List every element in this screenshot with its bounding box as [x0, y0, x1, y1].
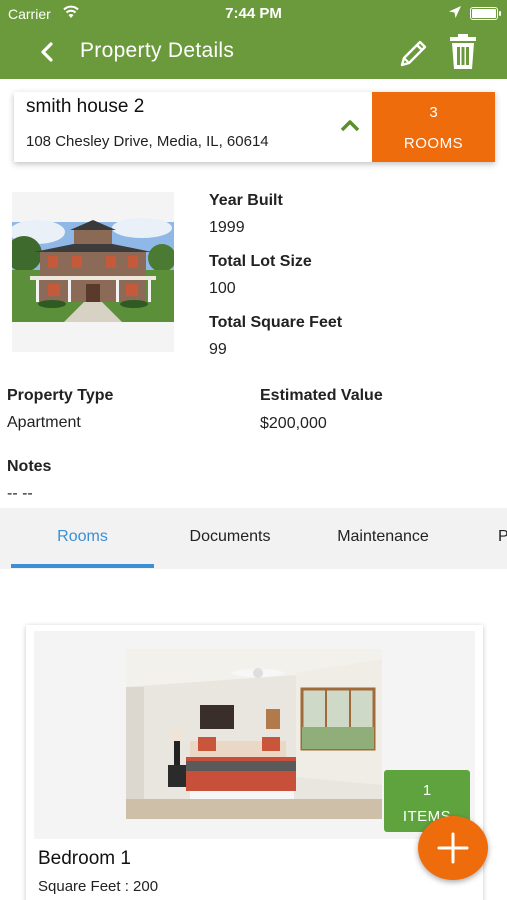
trash-icon[interactable]	[444, 32, 482, 72]
notes-label: Notes	[7, 458, 52, 475]
rooms-count: 3	[429, 104, 438, 121]
rooms-count-button[interactable]: 3 ROOMS	[372, 92, 495, 162]
property-address: 108 Chesley Drive, Media, IL, 60614	[26, 133, 269, 150]
tab-partial[interactable]: P	[498, 528, 507, 546]
estimated-value-label: Estimated Value	[260, 387, 383, 404]
square-feet-value: 99	[209, 341, 227, 358]
lot-size-value: 100	[209, 280, 236, 297]
property-summary-card[interactable]: smith house 2 108 Chesley Drive, Media, …	[14, 92, 495, 162]
room-name: Bedroom 1	[38, 848, 131, 869]
lot-size-label: Total Lot Size	[209, 253, 312, 270]
room-square-feet: Square Feet : 200	[38, 878, 159, 895]
rooms-label: ROOMS	[403, 135, 464, 152]
room-card[interactable]: 1 ITEMS Bedroom 1 Square Feet : 200	[26, 625, 483, 900]
page-title: Property Details	[80, 39, 235, 62]
nav-bar: Property Details	[0, 28, 507, 79]
notes-value: -- --	[7, 485, 33, 502]
back-arrow-icon[interactable]	[32, 36, 64, 68]
items-count: 1	[422, 782, 432, 799]
tab-maintenance[interactable]: Maintenance	[318, 528, 448, 546]
property-photo[interactable]	[6, 192, 176, 352]
status-bar: Carrier 7:44 PM	[0, 0, 507, 28]
year-built-value: 1999	[209, 219, 245, 236]
year-built-label: Year Built	[209, 192, 283, 209]
plus-icon	[437, 832, 469, 864]
battery-icon	[470, 7, 501, 20]
property-type-value: Apartment	[7, 414, 81, 431]
chevron-up-icon[interactable]	[338, 114, 362, 138]
property-name: smith house 2	[26, 96, 145, 117]
status-time: 7:44 PM	[225, 5, 282, 22]
property-type-label: Property Type	[7, 387, 114, 404]
add-room-button[interactable]	[418, 816, 488, 880]
estimated-value-value: $200,000	[260, 415, 327, 432]
tab-bar: Rooms Documents Maintenance P	[0, 508, 507, 569]
room-photo[interactable]	[126, 649, 382, 819]
pencil-icon[interactable]	[394, 34, 432, 72]
tab-rooms[interactable]: Rooms	[11, 528, 154, 546]
header-bar: Carrier 7:44 PM Property Details	[0, 0, 507, 79]
square-feet-label: Total Square Feet	[209, 314, 343, 331]
location-arrow-icon	[449, 6, 461, 18]
tab-documents[interactable]: Documents	[164, 528, 296, 546]
active-tab-indicator	[11, 564, 154, 568]
